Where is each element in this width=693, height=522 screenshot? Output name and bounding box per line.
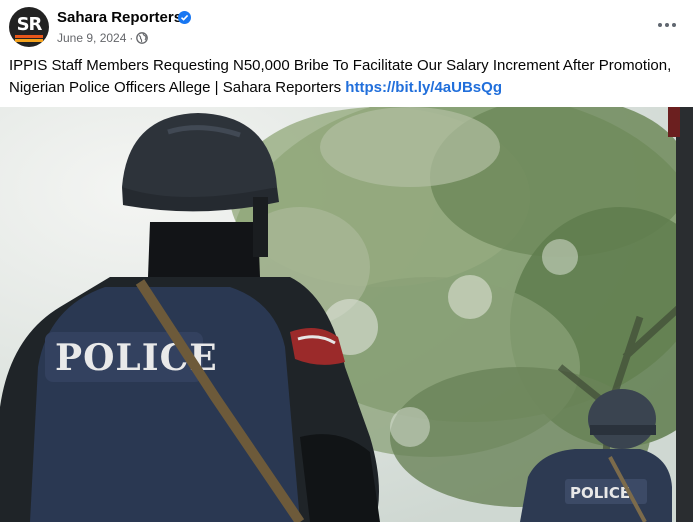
back-vest-label: POLICE — [570, 484, 630, 502]
shortlink[interactable]: https://bit.ly/4aUBsQg — [345, 79, 502, 96]
more-dot-icon — [658, 23, 662, 27]
police-officers-photo: POLICE POLICE — [0, 107, 693, 522]
more-options-button[interactable] — [652, 12, 682, 38]
avatar-stripe-yellow — [15, 39, 43, 42]
post-header: SR Sahara Reporters June 9, 2024 · — [0, 0, 693, 52]
more-dot-icon — [672, 23, 676, 27]
post-date[interactable]: June 9, 2024 — [57, 31, 126, 45]
globe-icon[interactable] — [136, 32, 149, 47]
page-name-link[interactable]: Sahara Reporters — [57, 9, 182, 26]
vehicle-edge — [676, 107, 693, 522]
verified-badge-icon — [178, 11, 191, 24]
more-dot-icon — [665, 23, 669, 27]
post-caption: IPPIS Staff Members Requesting N50,000 B… — [9, 55, 689, 99]
avatar-logo-text: SR — [16, 14, 43, 35]
avatar-stripe-orange — [15, 35, 43, 38]
post-photo[interactable]: POLICE POLICE — [0, 107, 693, 522]
meta-separator: · — [129, 31, 134, 45]
caption-text: IPPIS Staff Members Requesting N50,000 B… — [9, 57, 672, 96]
page-avatar[interactable]: SR — [9, 7, 49, 47]
post-meta: June 9, 2024 · — [57, 31, 149, 47]
